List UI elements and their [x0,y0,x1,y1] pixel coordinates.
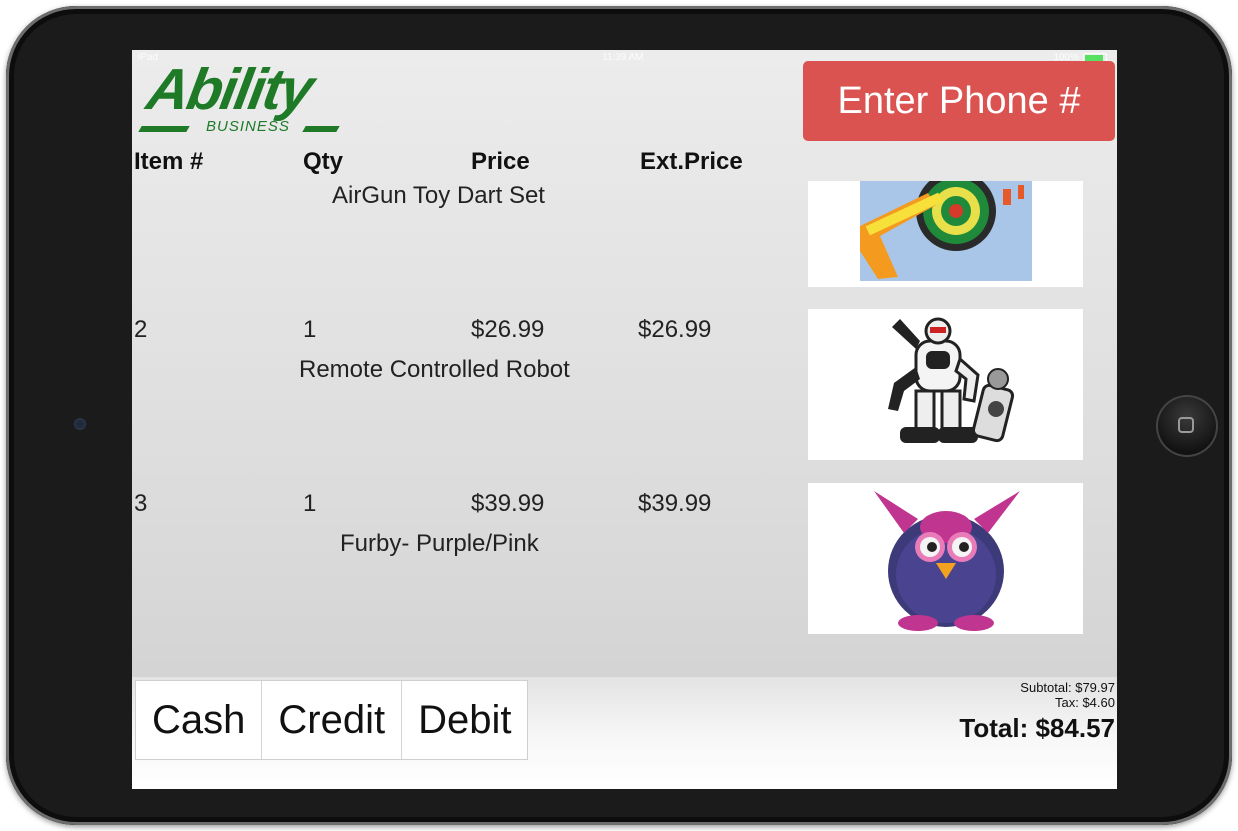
cash-button[interactable]: Cash [136,681,263,759]
logo-swoosh-left [138,126,190,132]
item-name: Furby- Purple/Pink [340,530,539,557]
logo-subtitle: BUSINESS [206,118,290,135]
payment-method-group: Cash Credit Debit [135,680,529,760]
status-time: 11:39 AM [602,52,644,63]
tax: Tax: $4.60 [1055,695,1115,710]
home-button[interactable] [1156,395,1218,457]
item-price: $26.99 [471,316,545,343]
column-header-item: Item # [134,148,204,175]
column-header-ext-price: Ext.Price [640,148,743,175]
item-number: 2 [134,316,148,343]
ability-business-logo: Ability BUSINESS [138,57,360,138]
item-thumbnail[interactable] [808,181,1083,287]
checkout-footer: Cash Credit Debit Subtotal: $79.97 Tax: … [132,677,1117,789]
logo-swoosh-right [302,126,340,132]
dart-set-image [860,181,1032,281]
battery-fill [1085,54,1103,61]
credit-button[interactable]: Credit [262,681,403,759]
pos-screen: iPad 11:39 AM 100% Ability BUSINESS Ente… [132,50,1117,789]
home-square-icon [1178,417,1194,433]
item-number: 3 [134,490,148,517]
enter-phone-button[interactable]: Enter Phone # [803,61,1115,141]
robot-image [888,317,1015,443]
column-header-qty: Qty [303,148,344,175]
item-name: Remote Controlled Robot [299,356,570,383]
furby-image [874,491,1020,631]
totals-panel: Subtotal: $79.97 Tax: $4.60 Total: $84.5… [959,680,1115,746]
item-price: $39.99 [471,490,545,517]
item-qty: 1 [303,490,317,517]
item-thumbnail[interactable] [808,309,1083,460]
column-header-price: Price [471,148,530,175]
item-ext-price: $26.99 [638,316,712,343]
subtotal: Subtotal: $79.97 [1020,680,1115,695]
item-thumbnail[interactable] [808,483,1083,634]
debit-button[interactable]: Debit [402,681,528,759]
item-qty: 1 [303,316,317,343]
item-name: AirGun Toy Dart Set [332,182,545,209]
item-ext-price: $39.99 [638,490,712,517]
logo-wordmark: Ability [142,57,317,122]
front-camera [74,418,86,430]
grand-total: Total: $84.57 [959,713,1115,743]
